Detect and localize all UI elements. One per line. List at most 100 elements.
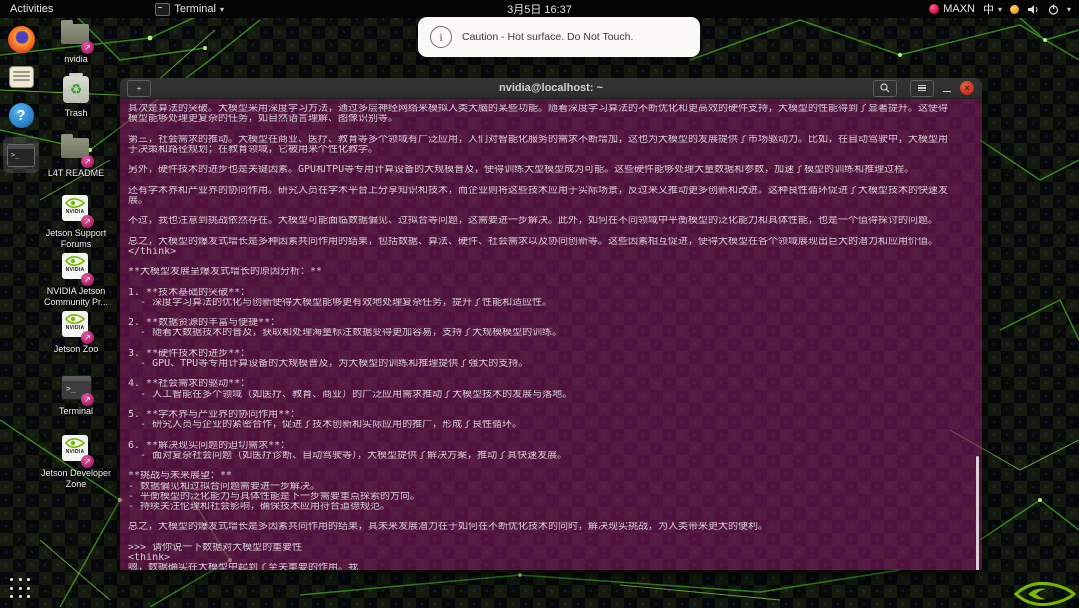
terminal-line: >>> 请你说一下数据对大模型的重要性 xyxy=(128,543,976,553)
nvidia-logo-watermark xyxy=(1014,580,1079,608)
close-button[interactable]: × xyxy=(960,81,974,95)
terminal-line: - GPU、TPU等专用计算设备的大规模普及，为大模型的训练和推理提供了强大的支… xyxy=(128,359,976,369)
terminal-line: 展。 xyxy=(128,196,976,206)
input-method-label: 中 xyxy=(983,1,994,17)
shortcut-arrow-icon: ↗ xyxy=(81,455,94,468)
terminal-line xyxy=(128,206,976,216)
menu-button[interactable] xyxy=(910,80,934,97)
terminal-line xyxy=(128,339,976,349)
shortcut-arrow-icon: ↗ xyxy=(81,331,94,344)
terminal-line: 4. **社会需求的驱动**： xyxy=(128,379,976,389)
search-button[interactable] xyxy=(873,80,897,97)
desktop-icon-l4t-readme[interactable]: ↗ L4T README xyxy=(34,134,118,179)
hamburger-icon xyxy=(918,85,926,92)
terminal-line xyxy=(128,461,976,471)
power-mode-indicator[interactable]: MAXN xyxy=(929,3,975,15)
recording-indicator-icon xyxy=(1010,5,1019,14)
help-icon: ? xyxy=(9,103,34,128)
power-mode-label: MAXN xyxy=(943,3,975,15)
terminal-line xyxy=(128,155,976,165)
files-icon xyxy=(9,66,34,88)
terminal-line: - 持续关注伦理和社会影响，确保技术应用符合道德规范。 xyxy=(128,502,976,512)
terminal-line: **挑战与未来展望：** xyxy=(128,471,976,481)
desktop-icon-label: Trash xyxy=(65,108,88,119)
desktop-icon-label: Terminal xyxy=(59,406,93,417)
notification-message: Caution - Hot surface. Do Not Touch. xyxy=(462,31,633,43)
system-menu-chevron-icon[interactable]: ▾ xyxy=(1067,5,1071,14)
scrollbar-thumb[interactable] xyxy=(976,456,979,570)
desktop-icon-trash[interactable]: ♻ Trash xyxy=(34,74,118,119)
volume-icon xyxy=(1027,4,1040,15)
shortcut-arrow-icon: ↗ xyxy=(81,273,94,286)
terminal-line xyxy=(128,431,976,441)
terminal-line: - 人工智能在多个领域（如医疗、教育、商业）的广泛应用需求推动了大模型技术的发展… xyxy=(128,390,976,400)
window-title: nvidia@localhost: ~ xyxy=(120,82,982,94)
shortcut-arrow-icon: ↗ xyxy=(81,393,94,406)
minimize-button[interactable] xyxy=(940,82,954,94)
terminal-line: 3. **硬件技术的进步**： xyxy=(128,349,976,359)
terminal-line xyxy=(128,277,976,287)
terminal-line xyxy=(128,400,976,410)
desktop-icon-nvidia[interactable]: ↗ nvidia xyxy=(34,20,118,65)
notification-toast[interactable]: i Caution - Hot surface. Do Not Touch. xyxy=(418,17,700,57)
shortcut-arrow-icon: ↗ xyxy=(81,215,94,228)
search-icon xyxy=(880,83,890,93)
terminal-line: 另外，硬件技术的进步也是关键因素。GPU和TPU等专用计算设备的大规模普及，使得… xyxy=(128,165,976,175)
terminal-line: - 面对复杂社会问题（如医疗诊断、自动驾驶等），大模型提供了解决方案，推动了其快… xyxy=(128,451,976,461)
terminal-line xyxy=(128,124,976,134)
terminal-window: + nvidia@localhost: ~ × 其次是算法的突破。大模型采用深度… xyxy=(120,78,982,570)
terminal-icon xyxy=(7,144,35,167)
terminal-line xyxy=(128,308,976,318)
app-menu-label: Terminal xyxy=(174,3,216,15)
desktop-icon-label: nvidia xyxy=(64,54,88,65)
power-mode-warning-icon xyxy=(929,4,939,14)
terminal-line: - 平衡模型的泛化能力与具体性能是下一步需要重点探索的方向。 xyxy=(128,492,976,502)
terminal-line: 还有学术界和产业界的协同作用。研究人员在学术平台上分享知识和技术，而企业则将这些… xyxy=(128,186,976,196)
app-menu-terminal[interactable]: Terminal ▾ xyxy=(155,3,224,16)
terminal-line xyxy=(128,369,976,379)
terminal-line: **大模型发展呈爆发式增长的原因分析：** xyxy=(128,267,976,277)
terminal-line: 于决策和路径规划；在教育领域，它被用来个性化教学。 xyxy=(128,145,976,155)
terminal-line: - 数据偏见和过拟合问题需要进一步解决。 xyxy=(128,482,976,492)
desktop-icon-label: Jetson Developer Zone xyxy=(34,468,118,490)
terminal-line: </think> xyxy=(128,247,976,257)
desktop-icon-nvidia-jetson-community[interactable]: NVIDIA ↗ NVIDIA Jetson Community Pr... xyxy=(34,252,118,308)
terminal-line: 其次是算法的突破。大模型采用深度学习方法，通过多层神经网络来模拟人类大脑的某些功… xyxy=(128,104,976,114)
activities-button[interactable]: Activities xyxy=(10,3,53,15)
terminal-line xyxy=(128,226,976,236)
terminal-line: 2. **数据资源的丰富与便捷**： xyxy=(128,318,976,328)
terminal-line: <think> xyxy=(128,553,976,563)
dock-item-files[interactable] xyxy=(5,61,37,93)
desktop-icon-terminal[interactable]: ↗ Terminal xyxy=(34,372,118,417)
terminal-line: 1. **技术基础的突破**： xyxy=(128,288,976,298)
input-method-indicator[interactable]: 中 ▾ xyxy=(983,1,1002,17)
dock-item-firefox[interactable] xyxy=(5,23,37,55)
desktop-icon-jetson-support-forums[interactable]: NVIDIA ↗ Jetson Support Forums xyxy=(34,194,118,250)
terminal-line: - 研究人员与企业的紧密合作，促进了技术创新和实际应用的推广，形成了良性循环。 xyxy=(128,420,976,430)
terminal-line: - 随着大数据技术的普及，获取和处理海量标注数据变得更加容易，支持了大规模模型的… xyxy=(128,328,976,338)
terminal-line xyxy=(128,512,976,522)
desktop-icon-jetson-developer-zone[interactable]: NVIDIA ↗ Jetson Developer Zone xyxy=(34,434,118,490)
show-applications-button[interactable] xyxy=(10,578,32,600)
terminal-output[interactable]: 其次是算法的突破。大模型采用深度学习方法，通过多层神经网络来模拟人类大脑的某些功… xyxy=(120,99,982,570)
new-tab-button[interactable]: + xyxy=(127,80,151,97)
terminal-titlebar[interactable]: + nvidia@localhost: ~ × xyxy=(120,78,982,99)
terminal-line: 5. **学术界与产业界的协同作用**： xyxy=(128,410,976,420)
terminal-line: 模型能够处理更复杂的任务，如自然语言理解、图像识别等。 xyxy=(128,114,976,124)
desktop-icon-label: NVIDIA Jetson Community Pr... xyxy=(34,286,118,308)
dock-item-help[interactable]: ? xyxy=(5,99,37,131)
terminal-line: 不过，我也注意到挑战依然存在。大模型可能面临数据偏见、过拟合等问题，这需要进一步… xyxy=(128,216,976,226)
activities-label: Activities xyxy=(10,3,53,15)
firefox-icon xyxy=(8,26,35,53)
chevron-down-icon: ▾ xyxy=(998,5,1002,14)
desktop-icon-label: Jetson Zoo xyxy=(54,344,99,355)
terminal-line: - 深度学习算法的优化与创新使得大模型能够更有效地处理复杂任务，提升了性能和适应… xyxy=(128,298,976,308)
terminal-line: 6. **解决现实问题的迫切需求**： xyxy=(128,441,976,451)
info-icon: i xyxy=(430,26,452,48)
chevron-down-icon: ▾ xyxy=(220,5,224,14)
terminal-line: 总之，大模型的爆发式增长是多种因素共同作用的结果，包括数据、算法、硬件、社会需求… xyxy=(128,237,976,247)
terminal-line xyxy=(128,533,976,543)
desktop-icon-jetson-zoo[interactable]: NVIDIA ↗ Jetson Zoo xyxy=(34,310,118,355)
terminal-line: 第三，社会需求的推动。大模型在商业、医疗、教育等多个领域有广泛应用，人们对智能化… xyxy=(128,135,976,145)
terminal-line xyxy=(128,257,976,267)
